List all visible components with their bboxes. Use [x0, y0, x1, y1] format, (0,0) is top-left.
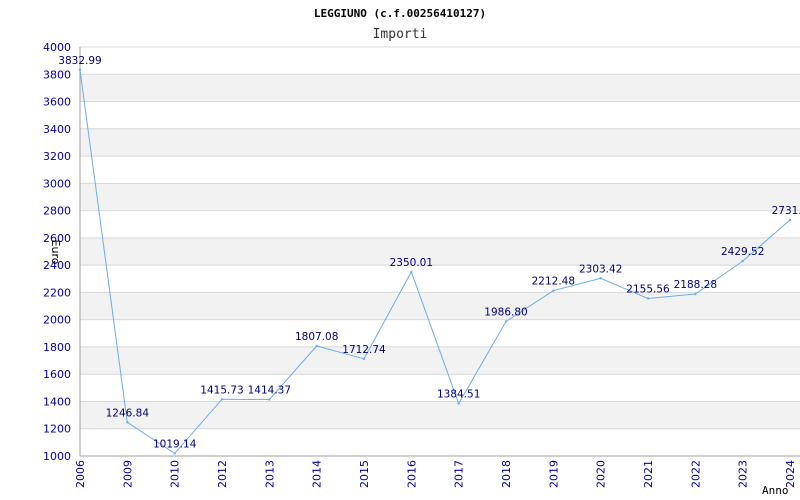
data-label: 2731.4	[772, 205, 800, 217]
x-axis-ticks: 2006 2009 2010 2012 2013 2014 2015 2016 2017 2018…	[74, 460, 797, 488]
x-tick-label: 2021	[642, 460, 655, 488]
x-tick-label: 2016	[405, 460, 418, 488]
x-tick-label: 2006	[74, 460, 87, 488]
data-point	[788, 218, 792, 222]
y-tick-label: 1200	[43, 423, 71, 436]
background-band	[80, 183, 800, 211]
y-tick-label: 1800	[43, 341, 71, 354]
y-axis-label: Euro	[49, 240, 62, 265]
data-label: 1415.73	[200, 384, 243, 396]
data-point	[173, 452, 176, 455]
data-label: 1712.74	[342, 344, 386, 356]
data-label: 1384.51	[437, 389, 480, 401]
background-band	[80, 74, 800, 102]
data-point	[268, 398, 271, 401]
x-tick-label: 2018	[500, 460, 513, 488]
y-tick-label: 3800	[43, 68, 71, 81]
y-tick-label: 3200	[43, 150, 71, 163]
x-tick-label: 2023	[737, 460, 750, 488]
data-point	[741, 259, 744, 263]
y-tick-label: 3600	[43, 96, 71, 109]
data-point	[362, 357, 366, 361]
x-tick-label: 2014	[311, 460, 324, 488]
data-label: 2429.52	[721, 246, 764, 258]
x-tick-label: 2009	[121, 460, 134, 488]
y-tick-label: 1000	[43, 450, 71, 463]
x-tick-label: 2020	[595, 460, 608, 488]
data-point	[552, 289, 555, 292]
data-label: 1986.80	[484, 306, 527, 318]
data-label: 1414.37	[248, 385, 291, 397]
background-band	[80, 292, 800, 320]
y-tick-label: 1400	[43, 395, 71, 408]
data-label: 2303.42	[579, 263, 622, 275]
x-tick-label: 2022	[689, 460, 702, 488]
data-point	[220, 398, 224, 401]
background-band	[80, 401, 800, 429]
x-axis-label: Anno	[762, 484, 789, 497]
y-tick-label: 3400	[43, 123, 71, 136]
data-label: 2212.48	[532, 276, 575, 288]
data-point	[504, 320, 508, 323]
data-point	[694, 292, 697, 296]
y-tick-label: 3000	[43, 177, 71, 190]
data-label: 1807.08	[295, 331, 338, 343]
y-tick-label: 2000	[43, 314, 71, 327]
data-point	[315, 344, 318, 348]
x-tick-label: 2013	[263, 460, 276, 488]
plot-background-bands	[80, 74, 800, 429]
chart-subtitle: Importi	[373, 27, 428, 42]
data-label: 1246.84	[106, 407, 150, 419]
y-tick-label: 2800	[43, 205, 71, 218]
x-tick-label: 2017	[453, 460, 466, 488]
data-label: 2350.01	[390, 257, 433, 269]
data-label: 2155.56	[626, 283, 670, 295]
data-point	[599, 277, 602, 280]
data-point	[410, 270, 413, 274]
y-tick-label: 1600	[43, 368, 71, 381]
x-tick-label: 2019	[547, 460, 560, 488]
data-label: 1019.14	[153, 438, 197, 450]
line-chart: LEGGIUNO (c.f.00256410127) Importi 1000 1…	[43, 7, 800, 497]
x-tick-label: 2015	[358, 460, 371, 488]
chart-title: LEGGIUNO (c.f.00256410127)	[314, 7, 486, 20]
background-band	[80, 237, 800, 266]
y-tick-label: 2200	[43, 286, 71, 299]
data-point	[78, 68, 82, 71]
data-point	[126, 421, 129, 424]
data-label: 3832.99	[58, 55, 101, 67]
data-label: 2188.28	[674, 279, 717, 291]
background-band	[80, 128, 800, 157]
y-tick-label: 4000	[43, 41, 71, 54]
data-point	[457, 402, 460, 405]
data-point	[646, 297, 650, 300]
x-tick-label: 2012	[216, 460, 229, 488]
x-tick-label: 2010	[169, 460, 182, 488]
